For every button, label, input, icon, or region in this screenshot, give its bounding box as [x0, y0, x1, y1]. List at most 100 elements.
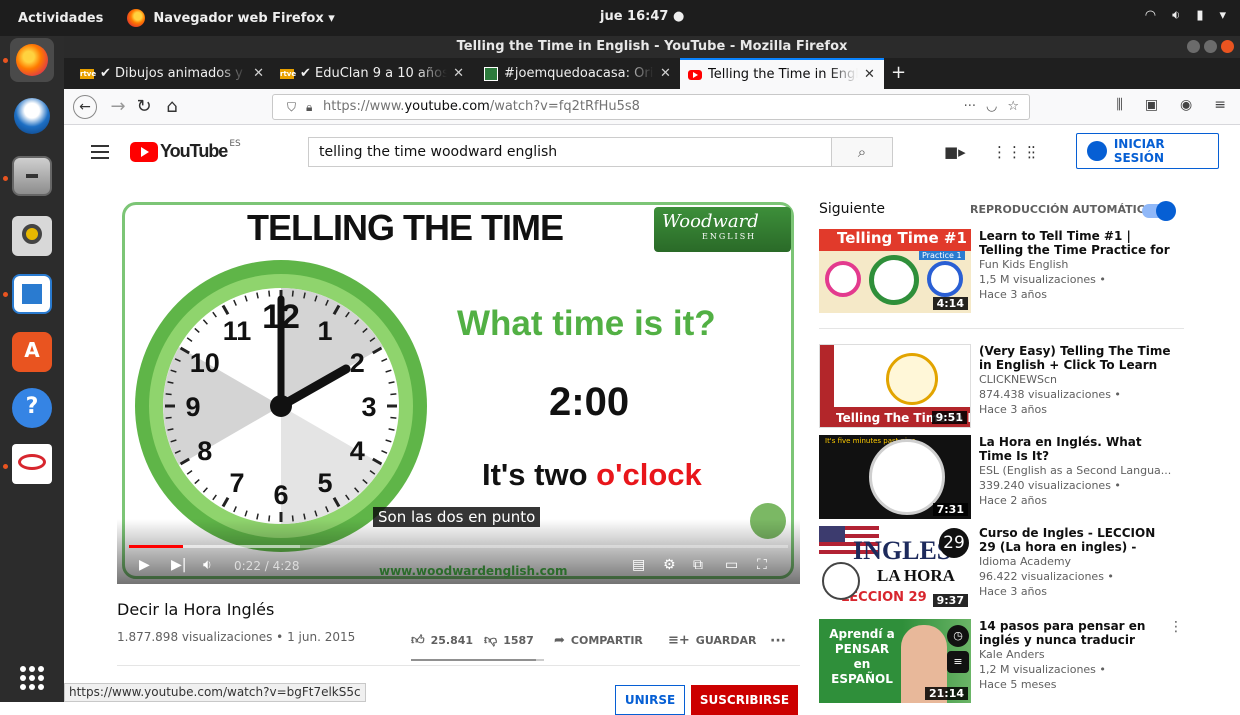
recommended-video[interactable]: Telling The Time in English 9:51 (Very E… [819, 344, 1239, 428]
window-title-bar[interactable]: Telling the Time in English - YouTube - … [64, 36, 1240, 58]
app-menu[interactable]: Navegador web Firefox ▾ [127, 9, 335, 27]
thumb-title: Telling Time #1 [819, 229, 971, 251]
share-button[interactable]: ➦ COMPARTIR [554, 633, 643, 648]
view-count: 1,2 M visualizaciones • [979, 663, 1106, 676]
url-bar[interactable]: ⛉ 🔒︎ https://www.youtube.com/watch?v=fq2… [272, 94, 1030, 120]
close-tab-icon[interactable]: ✕ [453, 66, 464, 81]
video-title[interactable]: 14 pasos para pensar en inglés y nunca t… [979, 619, 1175, 647]
fullscreen-icon[interactable]: ⛶ [757, 557, 767, 573]
video-title[interactable]: Curso de Ingles - LECCION 29 (La hora en… [979, 526, 1175, 554]
recommended-video[interactable]: INGLES LA HORA LECCION 29 29 9:37 Curso … [819, 526, 1239, 610]
video-thumbnail[interactable]: It's five minutes past nine 7:31 [819, 435, 971, 519]
dock-rhythmbox[interactable] [12, 216, 52, 256]
watch-later-icon[interactable]: ◷ [947, 625, 969, 647]
guide-menu-icon[interactable] [91, 145, 109, 159]
back-icon[interactable]: ← [73, 95, 97, 119]
subtitles-icon[interactable]: ▤ [632, 557, 645, 573]
pocket-icon[interactable]: ◡ [986, 95, 997, 119]
more-options-icon[interactable]: ⋮ [1169, 619, 1183, 635]
video-thumbnail[interactable]: Aprendí a PENSAR en ESPAÑOL ◷ ≡ 21:14 [819, 619, 971, 703]
theater-mode-icon[interactable]: ▭ [725, 557, 738, 573]
search-input[interactable]: telling the time woodward english [308, 137, 832, 167]
youtube-favicon-icon [688, 69, 702, 80]
recommended-video[interactable]: Aprendí a PENSAR en ESPAÑOL ◷ ≡ 21:14 14… [819, 619, 1239, 703]
video-title[interactable]: (Very Easy) Telling The Time in English … [979, 344, 1175, 372]
create-video-icon[interactable]: ■▸ [944, 143, 966, 161]
volume-icon[interactable]: 🔉︎ [203, 557, 212, 573]
youtube-logo[interactable]: YouTube ES [130, 139, 241, 162]
more-actions-icon[interactable]: ··· [770, 633, 786, 649]
account-icon[interactable]: ◉ [1180, 97, 1192, 113]
tab-telling-the-time[interactable]: Telling the Time in English ✕ [680, 58, 884, 89]
activities-button[interactable]: Actividades [18, 11, 103, 26]
join-button[interactable]: UNIRSE [615, 685, 685, 715]
minimize-button[interactable] [1187, 40, 1200, 53]
video-thumbnail[interactable]: INGLES LA HORA LECCION 29 29 9:37 [819, 526, 971, 610]
library-icon[interactable]: ⫼ [1116, 97, 1122, 113]
recommended-video[interactable]: Telling Time #1 Practice 1 4:14 Learn to… [819, 229, 1239, 313]
system-tray[interactable]: ◠ 🔉︎ ▮ ▾ [1145, 8, 1226, 23]
close-tab-icon[interactable]: ✕ [864, 67, 875, 82]
new-tab-icon[interactable]: + [891, 62, 906, 83]
lock-icon[interactable]: 🔒︎ [306, 95, 312, 119]
tab-label: #joemquedoacasa: Orientación [504, 66, 654, 81]
video-info: Learn to Tell Time #1 | Telling the Time… [979, 229, 1175, 302]
channel-name[interactable]: Fun Kids English [979, 257, 1175, 272]
clock-tick [390, 393, 397, 396]
settings-gear-icon[interactable]: ⚙ [663, 557, 676, 573]
maximize-button[interactable] [1204, 40, 1217, 53]
channel-name[interactable]: CLICKNEWScn [979, 372, 1175, 387]
video-watermark: www.woodwardenglish.com [379, 564, 568, 578]
page-actions-icon[interactable]: ··· [964, 95, 976, 119]
close-button[interactable] [1221, 40, 1234, 53]
video-thumbnail[interactable]: Telling The Time in English 9:51 [819, 344, 971, 428]
flag-canton [819, 526, 845, 542]
home-icon[interactable]: ⌂ [160, 95, 184, 119]
video-player[interactable]: TELLING THE TIME Woodward ENGLISH 121234… [117, 197, 800, 584]
settings-kebab-icon[interactable]: ⋮ [1026, 143, 1041, 161]
channel-name[interactable]: Kale Anders [979, 647, 1175, 662]
dock-writer[interactable] [12, 274, 52, 314]
menu-icon[interactable]: ≡ [1214, 97, 1226, 113]
close-tab-icon[interactable]: ✕ [660, 66, 671, 81]
channel-name[interactable]: Idioma Academy [979, 554, 1175, 569]
bookmark-star-icon[interactable]: ☆ [1007, 95, 1019, 119]
recommended-video[interactable]: It's five minutes past nine 7:31 La Hora… [819, 435, 1239, 519]
window-title: Telling the Time in English - YouTube - … [456, 39, 848, 54]
clock[interactable]: jue 16:47 ● [600, 9, 684, 24]
dock-files[interactable] [12, 156, 52, 196]
video-title[interactable]: La Hora en Inglés. What Time Is It? [979, 435, 1175, 463]
dock-software[interactable]: A [12, 332, 52, 372]
autoplay-toggle[interactable] [1142, 201, 1176, 221]
progress-bar[interactable] [129, 545, 788, 548]
video-thumbnail[interactable]: Telling Time #1 Practice 1 4:14 [819, 229, 971, 313]
show-applications-icon[interactable] [20, 666, 44, 690]
forward-icon[interactable]: → [106, 95, 130, 119]
close-tab-icon[interactable]: ✕ [253, 66, 264, 81]
tab-joemquedoacasa[interactable]: #joemquedoacasa: Orientación ✕ [476, 58, 680, 89]
add-to-queue-icon[interactable]: ≡ [947, 651, 969, 673]
tab-dibujos[interactable]: rtve ✔ Dibujos animados y series ✕ [72, 58, 272, 89]
play-icon[interactable]: ▶ [139, 557, 150, 573]
miniplayer-icon[interactable]: ⧉ [693, 557, 703, 573]
next-icon[interactable]: ▶| [171, 557, 186, 573]
tab-educlan[interactable]: rtve ✔ EduClan 9 a 10 años - RTVE ✕ [272, 58, 472, 89]
dock-firefox[interactable] [10, 38, 54, 82]
tab-label: Telling the Time in English [708, 67, 858, 82]
shield-icon[interactable]: ⛉ [287, 95, 296, 119]
channel-name[interactable]: ESL (English as a Second Langua... [979, 463, 1175, 478]
sidebar-icon[interactable]: ▣ [1145, 97, 1158, 113]
slide-title: TELLING THE TIME [247, 207, 564, 248]
dislike-button[interactable]: 👎︎ 1587 [484, 633, 534, 648]
search-button[interactable]: ⌕ [831, 137, 893, 167]
save-button[interactable]: ≡+ GUARDAR [668, 633, 757, 648]
dock-thunderbird[interactable] [12, 96, 52, 136]
dock-help[interactable]: ? [12, 388, 52, 428]
dock-document-viewer[interactable] [12, 444, 52, 484]
sign-in-button[interactable]: INICIAR SESIÓN [1076, 133, 1219, 169]
subscribe-button[interactable]: SUSCRIBIRSE [691, 685, 798, 715]
reload-icon[interactable]: ↻ [132, 95, 156, 119]
video-title[interactable]: Learn to Tell Time #1 | Telling the Time… [979, 229, 1175, 257]
like-button[interactable]: 👍︎ 25.841 [411, 633, 473, 648]
slide-question: What time is it? [457, 304, 716, 343]
